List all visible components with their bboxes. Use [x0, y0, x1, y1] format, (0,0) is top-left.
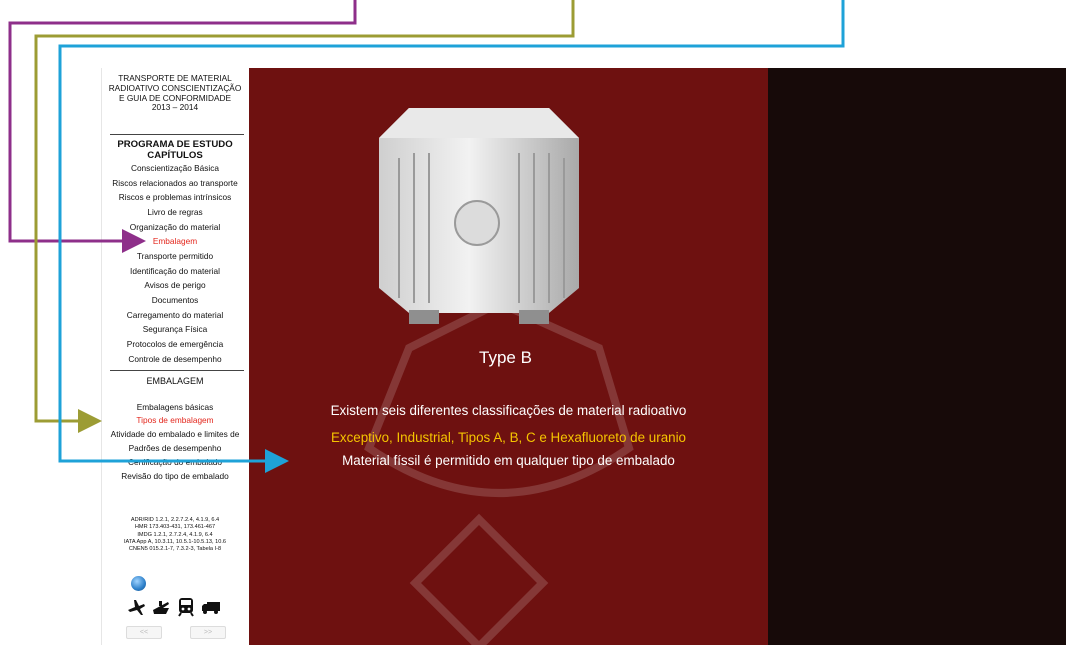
- annotation-arrows: [8, 0, 845, 473]
- blue-arrow: [58, 0, 845, 473]
- olive-arrow: [34, 0, 575, 433]
